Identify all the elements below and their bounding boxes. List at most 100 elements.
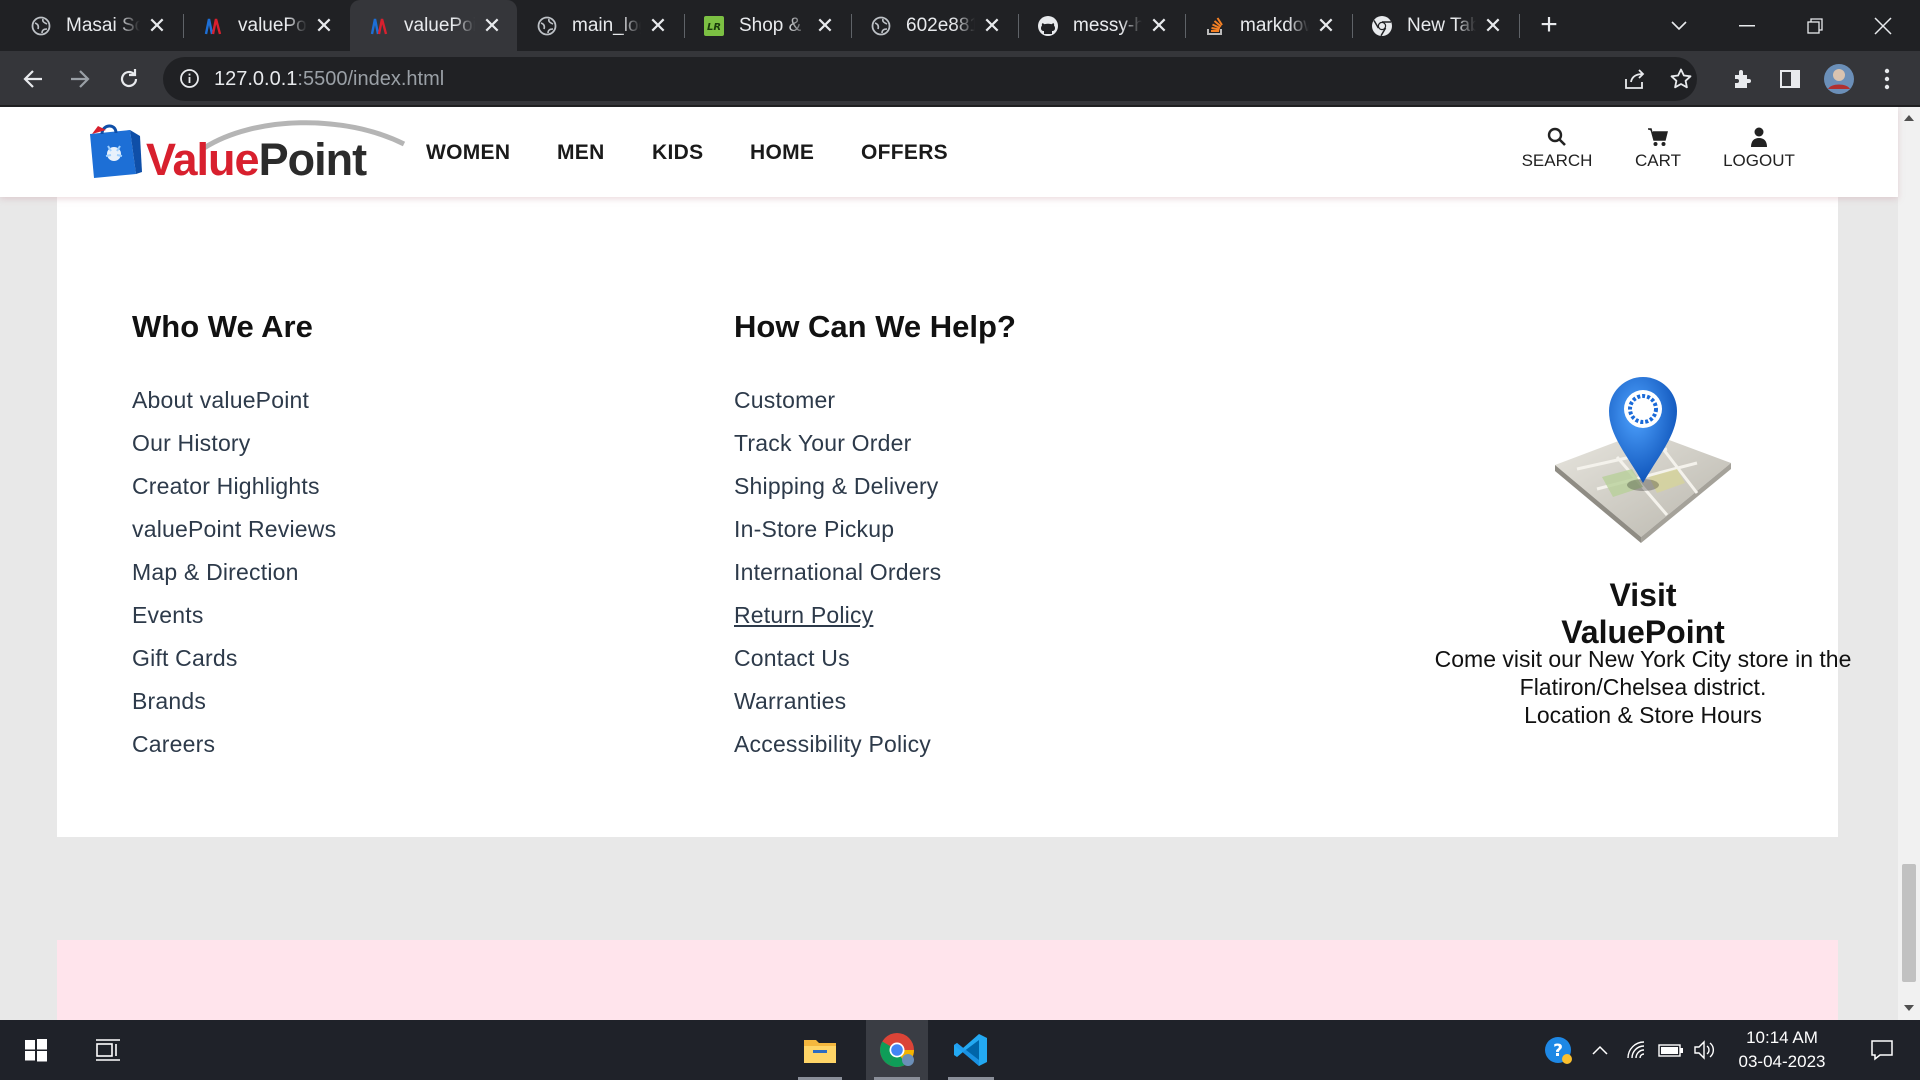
link-return-policy[interactable]: Return Policy bbox=[734, 602, 873, 629]
tab-title: 602e8810 bbox=[906, 14, 975, 36]
tab-title: Masai School bbox=[66, 14, 140, 36]
site-info-icon[interactable] bbox=[179, 68, 200, 94]
notification-icon bbox=[1871, 1040, 1893, 1061]
start-button[interactable] bbox=[12, 1020, 60, 1080]
nav-kids[interactable]: KIDS bbox=[652, 141, 703, 165]
scroll-down-arrow-icon[interactable] bbox=[1904, 1005, 1914, 1011]
tab-602e[interactable]: 602e8810 ✕ bbox=[852, 0, 1017, 51]
side-panel-icon bbox=[1780, 70, 1800, 88]
link-careers[interactable]: Careers bbox=[132, 731, 215, 758]
valuepoint-favicon-icon bbox=[202, 15, 224, 37]
tab-title: markdown bbox=[1240, 14, 1309, 36]
link-track-order[interactable]: Track Your Order bbox=[734, 430, 911, 457]
link-reviews[interactable]: valuePoint Reviews bbox=[132, 516, 336, 543]
side-panel-button[interactable] bbox=[1773, 62, 1807, 96]
volume-tray-icon[interactable] bbox=[1690, 1020, 1718, 1080]
cart-button[interactable]: CART bbox=[1628, 127, 1688, 171]
valuepoint-logo[interactable]: ValuePoint bbox=[86, 120, 406, 185]
new-tab-button[interactable]: + bbox=[1534, 10, 1564, 40]
link-brands[interactable]: Brands bbox=[132, 688, 206, 715]
menu-button[interactable] bbox=[1870, 62, 1904, 96]
link-events[interactable]: Events bbox=[132, 602, 204, 629]
scrollbar-thumb[interactable] bbox=[1902, 864, 1916, 982]
star-icon[interactable] bbox=[1669, 67, 1693, 96]
tab-valuepoint-active[interactable]: valuePoint ✕ bbox=[350, 0, 517, 51]
link-shipping[interactable]: Shipping & Delivery bbox=[734, 473, 939, 500]
link-warranties[interactable]: Warranties bbox=[734, 688, 846, 715]
task-view-icon bbox=[96, 1039, 120, 1061]
link-gift-cards[interactable]: Gift Cards bbox=[132, 645, 238, 672]
taskbar-chrome[interactable] bbox=[866, 1020, 928, 1080]
tab-markdown[interactable]: markdown ✕ bbox=[1186, 0, 1351, 51]
forward-button[interactable] bbox=[63, 62, 97, 96]
nav-women[interactable]: WOMEN bbox=[426, 141, 510, 165]
search-button[interactable]: SEARCH bbox=[1516, 127, 1598, 171]
close-icon[interactable]: ✕ bbox=[146, 13, 168, 39]
scroll-up-arrow-icon[interactable] bbox=[1904, 115, 1914, 121]
logo-value-text: Value bbox=[146, 134, 260, 185]
who-we-are-heading: Who We Are bbox=[132, 309, 313, 344]
visit-line-3[interactable]: Location & Store Hours bbox=[1423, 701, 1863, 729]
logo-point-text: Point bbox=[258, 134, 367, 185]
restore-button[interactable] bbox=[1784, 0, 1846, 51]
nav-home[interactable]: HOME bbox=[750, 141, 814, 165]
battery-tray-icon[interactable] bbox=[1656, 1020, 1686, 1080]
close-icon[interactable]: ✕ bbox=[1482, 13, 1504, 39]
link-about[interactable]: About valuePoint bbox=[132, 387, 309, 414]
search-label: SEARCH bbox=[1521, 151, 1593, 170]
visit-line-2: Flatiron/Chelsea district. bbox=[1519, 674, 1767, 700]
notification-center-button[interactable] bbox=[1856, 1020, 1908, 1080]
link-contact-us[interactable]: Contact Us bbox=[734, 645, 850, 672]
close-window-button[interactable] bbox=[1852, 0, 1914, 51]
tab-masai[interactable]: Masai School ✕ bbox=[12, 0, 182, 51]
tab-shop[interactable]: LR Shop & Shop ✕ bbox=[685, 0, 850, 51]
link-accessibility[interactable]: Accessibility Policy bbox=[734, 731, 931, 758]
close-icon[interactable]: ✕ bbox=[647, 13, 669, 39]
globe-icon bbox=[536, 15, 558, 37]
taskbar-vscode[interactable] bbox=[940, 1020, 1002, 1080]
tab-valuepoint-1[interactable]: valuePoint ✕ bbox=[184, 0, 349, 51]
close-icon[interactable]: ✕ bbox=[1315, 13, 1337, 39]
globe-icon bbox=[30, 15, 52, 37]
close-icon[interactable]: ✕ bbox=[1148, 13, 1170, 39]
page-scrollbar[interactable] bbox=[1898, 107, 1920, 1020]
close-icon[interactable]: ✕ bbox=[481, 13, 503, 39]
puzzle-icon bbox=[1735, 70, 1751, 88]
close-icon[interactable]: ✕ bbox=[981, 13, 1003, 39]
link-international-orders[interactable]: International Orders bbox=[734, 559, 941, 586]
logout-button[interactable]: LOGOUT bbox=[1718, 127, 1800, 171]
back-button[interactable] bbox=[16, 62, 50, 96]
close-icon[interactable]: ✕ bbox=[313, 13, 335, 39]
nav-offers[interactable]: OFFERS bbox=[861, 141, 948, 165]
show-hidden-icons-button[interactable] bbox=[1586, 1020, 1614, 1080]
share-icon[interactable] bbox=[1623, 67, 1647, 96]
tab-main-logo[interactable]: main_logo ✕ bbox=[518, 0, 683, 51]
kebab-menu-icon bbox=[1884, 68, 1890, 90]
link-in-store-pickup[interactable]: In-Store Pickup bbox=[734, 516, 894, 543]
link-customer[interactable]: Customer bbox=[734, 387, 835, 414]
help-tray-icon[interactable]: ? bbox=[1540, 1020, 1576, 1080]
tab-separator bbox=[1519, 14, 1520, 38]
taskbar-file-explorer[interactable] bbox=[790, 1020, 850, 1080]
profile-button[interactable] bbox=[1822, 62, 1856, 96]
address-bar[interactable]: 127.0.0.1:5500/index.html bbox=[163, 57, 1697, 101]
close-icon[interactable]: ✕ bbox=[814, 13, 836, 39]
extensions-button[interactable] bbox=[1726, 62, 1760, 96]
tab-new-tab[interactable]: New Tab ✕ bbox=[1353, 0, 1518, 51]
tab-github[interactable]: messy-hair ✕ bbox=[1019, 0, 1184, 51]
network-tray-icon[interactable] bbox=[1622, 1020, 1652, 1080]
link-history[interactable]: Our History bbox=[132, 430, 251, 457]
tab-search-button[interactable] bbox=[1648, 0, 1710, 51]
tab-title: Shop & Shop bbox=[739, 14, 808, 36]
page-viewport: ValuePoint WOMEN MEN KIDS HOME OFFERS SE… bbox=[0, 107, 1920, 1020]
link-map-direction[interactable]: Map & Direction bbox=[132, 559, 299, 586]
reload-button[interactable] bbox=[112, 62, 146, 96]
minimize-button[interactable] bbox=[1716, 0, 1778, 51]
nav-men[interactable]: MEN bbox=[557, 141, 605, 165]
link-creator-highlights[interactable]: Creator Highlights bbox=[132, 473, 320, 500]
task-view-button[interactable] bbox=[84, 1020, 132, 1080]
arrow-right-icon bbox=[71, 70, 90, 88]
pink-footer-band bbox=[57, 940, 1838, 1020]
avatar-icon bbox=[1824, 64, 1854, 94]
taskbar-clock[interactable]: 10:14 AM 03-04-2023 bbox=[1716, 1026, 1848, 1074]
